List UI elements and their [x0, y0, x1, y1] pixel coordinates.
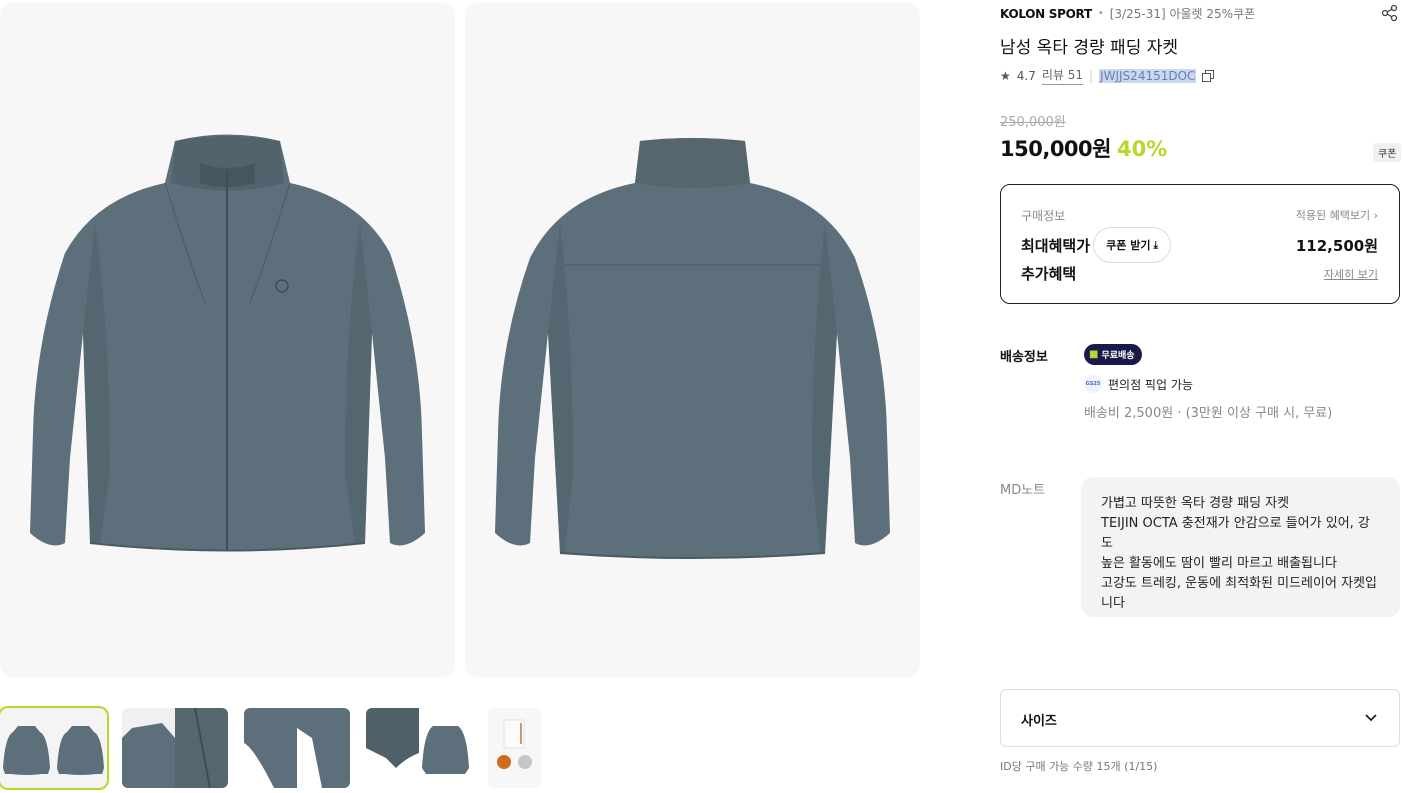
shipping-label: 배송정보	[1000, 350, 1048, 365]
brand-name[interactable]: KOLON SPORT	[1000, 7, 1092, 21]
truck-icon: ■	[1089, 349, 1099, 360]
thumbnail-back	[54, 708, 108, 788]
md-note-line: 니다	[1101, 596, 1125, 611]
size-select[interactable]: 사이즈	[1000, 689, 1400, 747]
detail-link[interactable]: 자세히 보기	[1324, 266, 1378, 282]
sale-price: 150,000원	[1000, 137, 1111, 161]
review-link[interactable]: 리뷰 51	[1041, 66, 1084, 85]
max-benefit-price: 112,500원	[1295, 237, 1378, 255]
star-icon: ★	[1000, 68, 1011, 83]
jacket-back-illustration	[495, 138, 890, 559]
md-note-box: 가볍고 따뜻한 옥타 경량 패딩 자켓 TEIJIN OCTA 충전재가 안감으…	[1081, 477, 1400, 617]
copy-icon[interactable]	[1202, 69, 1215, 82]
max-benefit-label: 최대혜택가	[1021, 237, 1091, 255]
product-code: JWJJS24151DOC	[1099, 68, 1197, 83]
main-image-front[interactable]	[0, 3, 455, 677]
coupon-download-button[interactable]: 쿠폰 받기 ⤓	[1093, 227, 1171, 263]
meta-separator: |	[1089, 68, 1094, 83]
product-title: 남성 옥타 경량 패딩 자켓	[1000, 38, 1179, 58]
purchase-limit: ID당 구매 가능 수량 15개 (1/15)	[1000, 760, 1158, 773]
thumbnail-front-back[interactable]	[0, 706, 109, 790]
pickup-text: 편의점 픽업 가능	[1108, 377, 1193, 392]
coupon-badge: 쿠폰	[1373, 143, 1402, 162]
free-shipping-badge: ■ 무료배송	[1084, 344, 1142, 365]
benefit-box: 구매정보 적용된 혜택보기 › 최대혜택가 쿠폰 받기 ⤓ 112,500원 추…	[1000, 184, 1400, 304]
pickup-row: GS25 편의점 픽업 가능	[1084, 375, 1193, 393]
size-label: 사이즈	[1021, 714, 1057, 729]
md-note-line: TEIJIN OCTA 충전재가 안감으로 들어가 있어, 강도	[1101, 516, 1370, 551]
applied-benefit-link[interactable]: 적용된 혜택보기 ›	[1296, 207, 1378, 223]
md-note-line: 높은 활동에도 땀이 빨리 마르고 배출됩니다	[1101, 556, 1337, 571]
price-row: 150,000원 40%	[1000, 133, 1167, 163]
original-price: 250,000원	[1000, 115, 1066, 130]
free-shipping-label: 무료배송	[1101, 351, 1135, 361]
dot-separator: •	[1097, 8, 1104, 19]
meta-row: ★ 4.7 리뷰 51 | JWJJS24151DOC	[1000, 66, 1215, 85]
purchase-info-label: 구매정보	[1021, 209, 1066, 223]
rating-value: 4.7	[1016, 68, 1036, 83]
download-icon: ⤓	[1153, 239, 1158, 251]
extra-benefit-label: 추가혜택	[1021, 265, 1077, 283]
md-note-line: 가볍고 따뜻한 옥타 경량 패딩 자켓	[1101, 496, 1290, 511]
brand-row: KOLON SPORT • [3/25-31] 아울렛 25%쿠폰	[1000, 5, 1255, 22]
store-icon: GS25	[1084, 375, 1102, 393]
shipping-fee: 배송비 2,500원 · (3만원 이상 구매 시, 무료)	[1084, 406, 1333, 421]
md-note-line: 고강도 트레킹, 운동에 최적화된 미드레이어 자켓입	[1101, 576, 1377, 591]
main-image-back[interactable]	[465, 3, 920, 677]
thumbnail-detail-inner[interactable]	[366, 708, 472, 788]
promo-text[interactable]: [3/25-31] 아울렛 25%쿠폰	[1110, 5, 1255, 22]
thumbnail-tag-label[interactable]	[488, 708, 541, 788]
tag-icon	[497, 719, 532, 769]
md-note-label: MD노트	[1000, 483, 1046, 498]
thumbnail-front	[0, 708, 54, 788]
discount-rate: 40%	[1116, 137, 1168, 161]
thumbnail-detail-cuff[interactable]	[244, 708, 350, 788]
coupon-button-label: 쿠폰 받기	[1106, 239, 1151, 252]
share-icon[interactable]	[1381, 4, 1399, 22]
jacket-front-illustration	[30, 134, 425, 552]
chevron-down-icon	[1365, 714, 1377, 722]
thumbnail-detail-collar[interactable]	[122, 708, 228, 788]
